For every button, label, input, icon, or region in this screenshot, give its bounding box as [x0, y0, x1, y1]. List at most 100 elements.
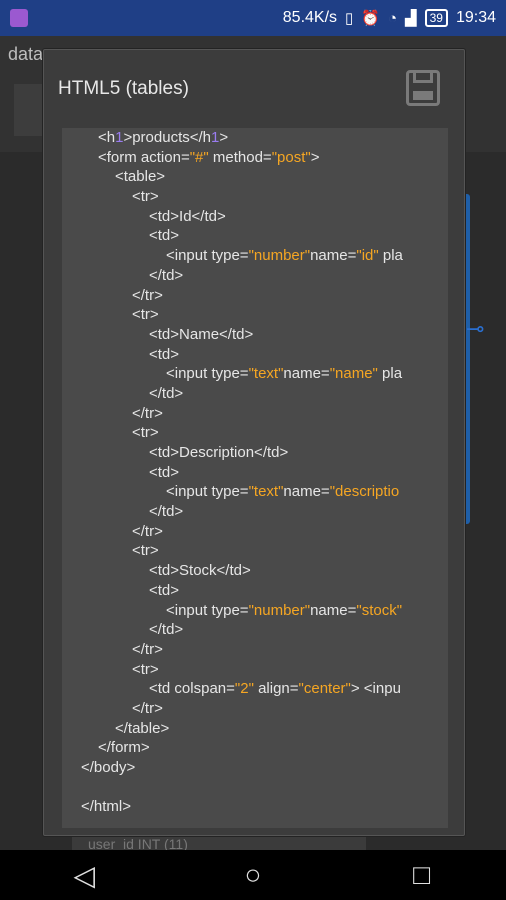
network-speed: 85.4K/s [282, 9, 338, 26]
wifi-icon: ◔ [387, 9, 398, 27]
code-token: "descriptio [329, 483, 400, 501]
code-token: "2" [234, 680, 254, 698]
save-icon[interactable] [406, 70, 440, 106]
code-line: </table> [62, 719, 448, 739]
dialog-title: HTML5 (tables) [58, 78, 189, 99]
code-token: <form action= [98, 148, 190, 166]
code-line: <tr> [62, 541, 448, 561]
app-notification-icon [10, 9, 28, 27]
code-token: "id" [356, 247, 379, 265]
code-line: <input type="number"name="stock" [62, 601, 448, 621]
alarm-icon: ⏰ [361, 10, 380, 27]
code-token: name= [310, 601, 357, 619]
code-view[interactable]: <h1>products</h1> <form action="#" method… [62, 128, 448, 828]
code-token: method= [208, 148, 272, 166]
code-line: <table> [62, 167, 448, 187]
vibrate-icon: ▯ [345, 10, 354, 27]
code-line: <input type="text"name="descriptio [62, 482, 448, 502]
code-token: <td>Description</td> [149, 444, 289, 461]
code-line: <tr> [62, 305, 448, 325]
code-line: </body> [62, 758, 448, 778]
background-title: data [8, 44, 44, 64]
code-token: <td> [149, 345, 180, 363]
code-token: <td>Stock</td> [149, 562, 251, 580]
code-token: </table> [115, 719, 170, 737]
code-line: <td>Stock</td> [62, 561, 448, 581]
code-token: name= [283, 483, 330, 501]
code-token: <td> [149, 227, 180, 245]
code-line: <td>Id</td> [62, 207, 448, 227]
code-token: </td> [149, 266, 184, 284]
code-line: <form action="#" method="post"> [62, 148, 448, 168]
code-line: <td> [62, 463, 448, 483]
code-token: "name" [329, 365, 378, 383]
code-token: </form> [98, 739, 150, 757]
relation-icon: ⊸ [466, 316, 485, 341]
code-token: > <inpu [350, 680, 401, 698]
code-token: "text" [248, 483, 284, 501]
code-line: </form> [62, 738, 448, 758]
code-token: </tr> [132, 699, 163, 717]
code-line: <tr> [62, 660, 448, 680]
code-token: </td> [149, 621, 184, 639]
code-token: <table> [115, 168, 166, 186]
back-icon[interactable]: ◁ [54, 859, 114, 892]
code-token: <h [98, 129, 116, 146]
code-token: </tr> [132, 286, 163, 304]
code-line: <td>Description</td> [62, 443, 448, 463]
code-line: <td>Name</td> [62, 325, 448, 345]
code-line: </tr> [62, 404, 448, 424]
code-token: <tr> [132, 424, 159, 442]
code-token: <input type= [166, 601, 249, 619]
code-line: </td> [62, 502, 448, 522]
code-token: <input type= [166, 247, 249, 265]
navigation-bar: ◁ ○ □ [0, 850, 506, 900]
code-line: </tr> [62, 522, 448, 542]
code-line: <input type="number"name="id" pla [62, 246, 448, 266]
code-token: <tr> [132, 188, 159, 206]
code-line: <tr> [62, 423, 448, 443]
code-token: </td> [149, 384, 184, 402]
code-token: "center" [298, 680, 351, 698]
code-token: <td> [149, 463, 180, 481]
code-line: </td> [62, 384, 448, 404]
code-token: >products</h [123, 129, 212, 146]
code-token: <input type= [166, 365, 249, 383]
status-bar: 85.4K/s ▯ ⏰ ◔ ▟ 39 19:34 [0, 0, 506, 36]
signal-icon: ▟ [405, 10, 417, 27]
battery-icon: 39 [424, 9, 448, 27]
home-icon[interactable]: ○ [223, 859, 283, 891]
background-row: user_id INT (11) [72, 836, 366, 852]
recents-icon[interactable]: □ [392, 859, 452, 891]
clock: 19:34 [455, 9, 496, 26]
code-token: > [310, 148, 320, 166]
code-token: name= [283, 365, 330, 383]
code-token: </tr> [132, 640, 163, 658]
code-token: </body> [81, 759, 136, 776]
code-token: > [219, 129, 229, 146]
code-line: </html> [62, 797, 448, 817]
code-token: pla [378, 247, 403, 265]
code-line: </tr> [62, 640, 448, 660]
code-line: <h1>products</h1> [62, 128, 448, 148]
code-line: </td> [62, 620, 448, 640]
code-token: </tr> [132, 522, 163, 540]
code-line: <td> [62, 345, 448, 365]
code-line: <td colspan="2" align="center"> <inpu [62, 679, 448, 699]
code-line: <td> [62, 226, 448, 246]
code-line: <tr> [62, 187, 448, 207]
code-token: </html> [81, 798, 132, 816]
code-token: <tr> [132, 542, 159, 560]
code-token: name= [310, 247, 357, 265]
code-token: align= [253, 680, 299, 698]
code-token: <td colspan= [149, 680, 235, 698]
code-line: </tr> [62, 286, 448, 306]
code-line: <input type="text"name="name" pla [62, 364, 448, 384]
code-token: "number" [248, 247, 311, 265]
code-token: <tr> [132, 660, 159, 678]
save-icon-label [413, 91, 433, 100]
code-token: <tr> [132, 306, 159, 324]
code-dialog: HTML5 (tables) <h1>products</h1> <form ac… [43, 49, 465, 836]
status-bar-right: 85.4K/s ▯ ⏰ ◔ ▟ 39 19:34 [283, 9, 496, 27]
